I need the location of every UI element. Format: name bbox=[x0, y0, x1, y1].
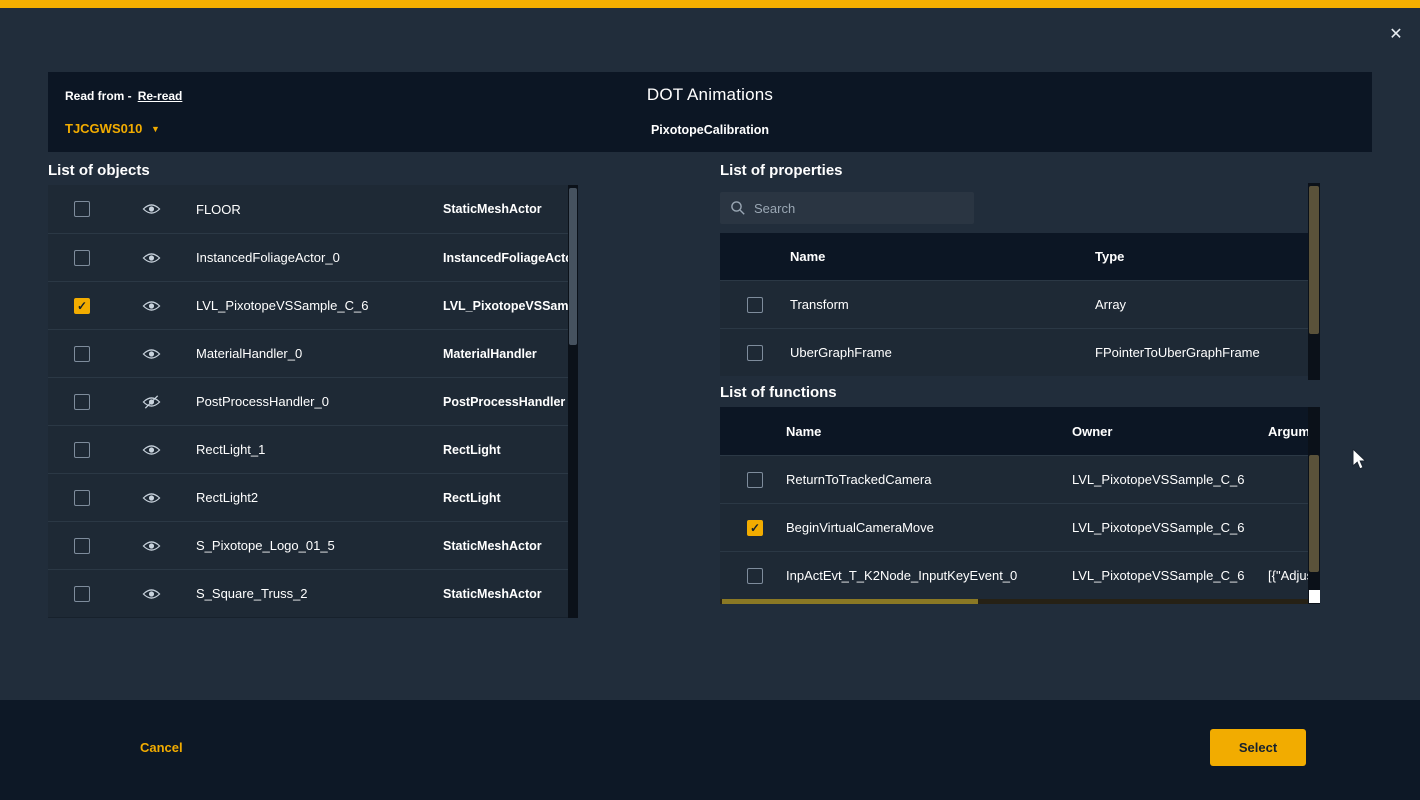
column-header-owner: Owner bbox=[1072, 424, 1268, 439]
dialog-subtitle: PixotopeCalibration bbox=[48, 123, 1372, 137]
object-row: RectLight_1 RectLight bbox=[48, 425, 568, 473]
object-name: MaterialHandler_0 bbox=[196, 346, 443, 361]
property-type: FPointerToUberGraphFrame bbox=[1095, 345, 1308, 360]
object-name: S_Pixotope_Logo_01_5 bbox=[196, 538, 443, 553]
visibility-eye-icon[interactable] bbox=[142, 202, 161, 216]
functions-scrollbar-thumb[interactable] bbox=[1309, 455, 1319, 572]
close-button[interactable]: ✕ bbox=[1384, 22, 1408, 46]
object-name: RectLight_1 bbox=[196, 442, 443, 457]
visibility-eye-icon[interactable] bbox=[142, 299, 161, 313]
property-name: UberGraphFrame bbox=[790, 345, 1095, 360]
function-row: ReturnToTrackedCamera LVL_PixotopeVSSamp… bbox=[720, 455, 1308, 503]
object-row: MaterialHandler_0 MaterialHandler bbox=[48, 329, 568, 377]
object-name: RectLight2 bbox=[196, 490, 443, 505]
visibility-eye-icon[interactable] bbox=[142, 251, 161, 265]
function-row: BeginVirtualCameraMove LVL_PixotopeVSSam… bbox=[720, 503, 1308, 551]
property-row: UberGraphFrame FPointerToUberGraphFrame bbox=[720, 328, 1308, 376]
row-checkbox[interactable] bbox=[747, 297, 763, 313]
row-checkbox[interactable] bbox=[74, 442, 90, 458]
objects-list: FLOOR StaticMeshActor InstancedFoliageAc… bbox=[48, 185, 578, 618]
row-checkbox[interactable] bbox=[747, 472, 763, 488]
object-name: PostProcessHandler_0 bbox=[196, 394, 443, 409]
object-type: LVL_PixotopeVSSample_C bbox=[443, 299, 568, 313]
column-header-type: Type bbox=[1095, 249, 1124, 264]
object-name: FLOOR bbox=[196, 202, 443, 217]
row-checkbox[interactable] bbox=[74, 298, 90, 314]
row-checkbox[interactable] bbox=[747, 345, 763, 361]
column-header-name: Name bbox=[786, 424, 1072, 439]
properties-table: Name Type Transform Array UberGraphFrame… bbox=[720, 233, 1308, 376]
functions-hscrollbar-thumb[interactable] bbox=[722, 599, 978, 604]
visibility-eye-icon[interactable] bbox=[142, 587, 161, 601]
row-checkbox[interactable] bbox=[74, 250, 90, 266]
row-checkbox[interactable] bbox=[74, 201, 90, 217]
object-name: LVL_PixotopeVSSample_C_6 bbox=[196, 298, 443, 313]
function-owner: LVL_PixotopeVSSample_C_6 bbox=[1072, 520, 1268, 535]
object-row: InstancedFoliageActor_0 InstancedFoliage… bbox=[48, 233, 568, 281]
row-checkbox[interactable] bbox=[747, 520, 763, 536]
object-row: S_Pixotope_Logo_01_5 StaticMeshActor bbox=[48, 521, 568, 569]
functions-heading: List of functions bbox=[720, 384, 837, 401]
function-name: InpActEvt_T_K2Node_InputKeyEvent_0 bbox=[786, 568, 1072, 583]
object-row: LVL_PixotopeVSSample_C_6 LVL_PixotopeVSS… bbox=[48, 281, 568, 329]
column-header-arguments: Arguments bbox=[1268, 424, 1308, 439]
row-checkbox[interactable] bbox=[74, 346, 90, 362]
property-name: Transform bbox=[790, 297, 1095, 312]
object-name: S_Square_Truss_2 bbox=[196, 586, 443, 601]
objects-heading: List of objects bbox=[48, 162, 150, 179]
object-name: InstancedFoliageActor_0 bbox=[196, 250, 443, 265]
object-type: InstancedFoliageActor bbox=[443, 251, 568, 265]
dialog-header: Read from -Re-read TJCGWS010 ▼ DOT Anima… bbox=[48, 72, 1372, 152]
mouse-cursor bbox=[1352, 449, 1368, 471]
object-row: RectLight2 RectLight bbox=[48, 473, 568, 521]
object-type: RectLight bbox=[443, 491, 568, 505]
object-type: PostProcessHandler bbox=[443, 395, 568, 409]
row-checkbox[interactable] bbox=[74, 586, 90, 602]
properties-scrollbar-thumb[interactable] bbox=[1309, 186, 1319, 334]
row-checkbox[interactable] bbox=[74, 394, 90, 410]
functions-table-header: Name Owner Arguments bbox=[720, 407, 1308, 455]
dialog-title: DOT Animations bbox=[48, 85, 1372, 105]
object-type: MaterialHandler bbox=[443, 347, 568, 361]
object-type: RectLight bbox=[443, 443, 568, 457]
accent-topbar bbox=[0, 0, 1420, 8]
properties-heading: List of properties bbox=[720, 162, 843, 179]
select-button[interactable]: Select bbox=[1210, 729, 1306, 766]
object-type: StaticMeshActor bbox=[443, 539, 568, 553]
object-row: S_Square_Truss_2 StaticMeshActor bbox=[48, 569, 568, 617]
object-row: PostProcessHandler_0 PostProcessHandler bbox=[48, 377, 568, 425]
properties-search bbox=[720, 192, 974, 224]
visibility-eye-icon[interactable] bbox=[142, 491, 161, 505]
cancel-button[interactable]: Cancel bbox=[140, 740, 183, 755]
property-row: Transform Array bbox=[720, 280, 1308, 328]
function-owner: LVL_PixotopeVSSample_C_6 bbox=[1072, 568, 1268, 583]
object-row: FLOOR StaticMeshActor bbox=[48, 185, 568, 233]
function-name: ReturnToTrackedCamera bbox=[786, 472, 1072, 487]
visibility-eye-icon[interactable] bbox=[142, 347, 161, 361]
visibility-eye-off-icon[interactable] bbox=[142, 395, 161, 409]
properties-table-header: Name Type bbox=[720, 233, 1308, 280]
scrollbar-corner bbox=[1309, 590, 1320, 603]
row-checkbox[interactable] bbox=[74, 490, 90, 506]
search-icon bbox=[730, 200, 746, 216]
dialog-footer bbox=[0, 700, 1420, 800]
objects-scrollbar-thumb[interactable] bbox=[569, 188, 577, 345]
functions-table: Name Owner Arguments ReturnToTrackedCame… bbox=[720, 407, 1308, 599]
property-type: Array bbox=[1095, 297, 1308, 312]
object-type: StaticMeshActor bbox=[443, 202, 568, 216]
visibility-eye-icon[interactable] bbox=[142, 443, 161, 457]
function-row: InpActEvt_T_K2Node_InputKeyEvent_0 LVL_P… bbox=[720, 551, 1308, 599]
object-type: StaticMeshActor bbox=[443, 587, 568, 601]
function-owner: LVL_PixotopeVSSample_C_6 bbox=[1072, 472, 1268, 487]
row-checkbox[interactable] bbox=[74, 538, 90, 554]
search-input[interactable] bbox=[754, 201, 954, 216]
visibility-eye-icon[interactable] bbox=[142, 539, 161, 553]
function-arguments: [{"Adjus bbox=[1268, 568, 1308, 583]
column-header-name: Name bbox=[790, 249, 1095, 264]
row-checkbox[interactable] bbox=[747, 568, 763, 584]
function-name: BeginVirtualCameraMove bbox=[786, 520, 1072, 535]
